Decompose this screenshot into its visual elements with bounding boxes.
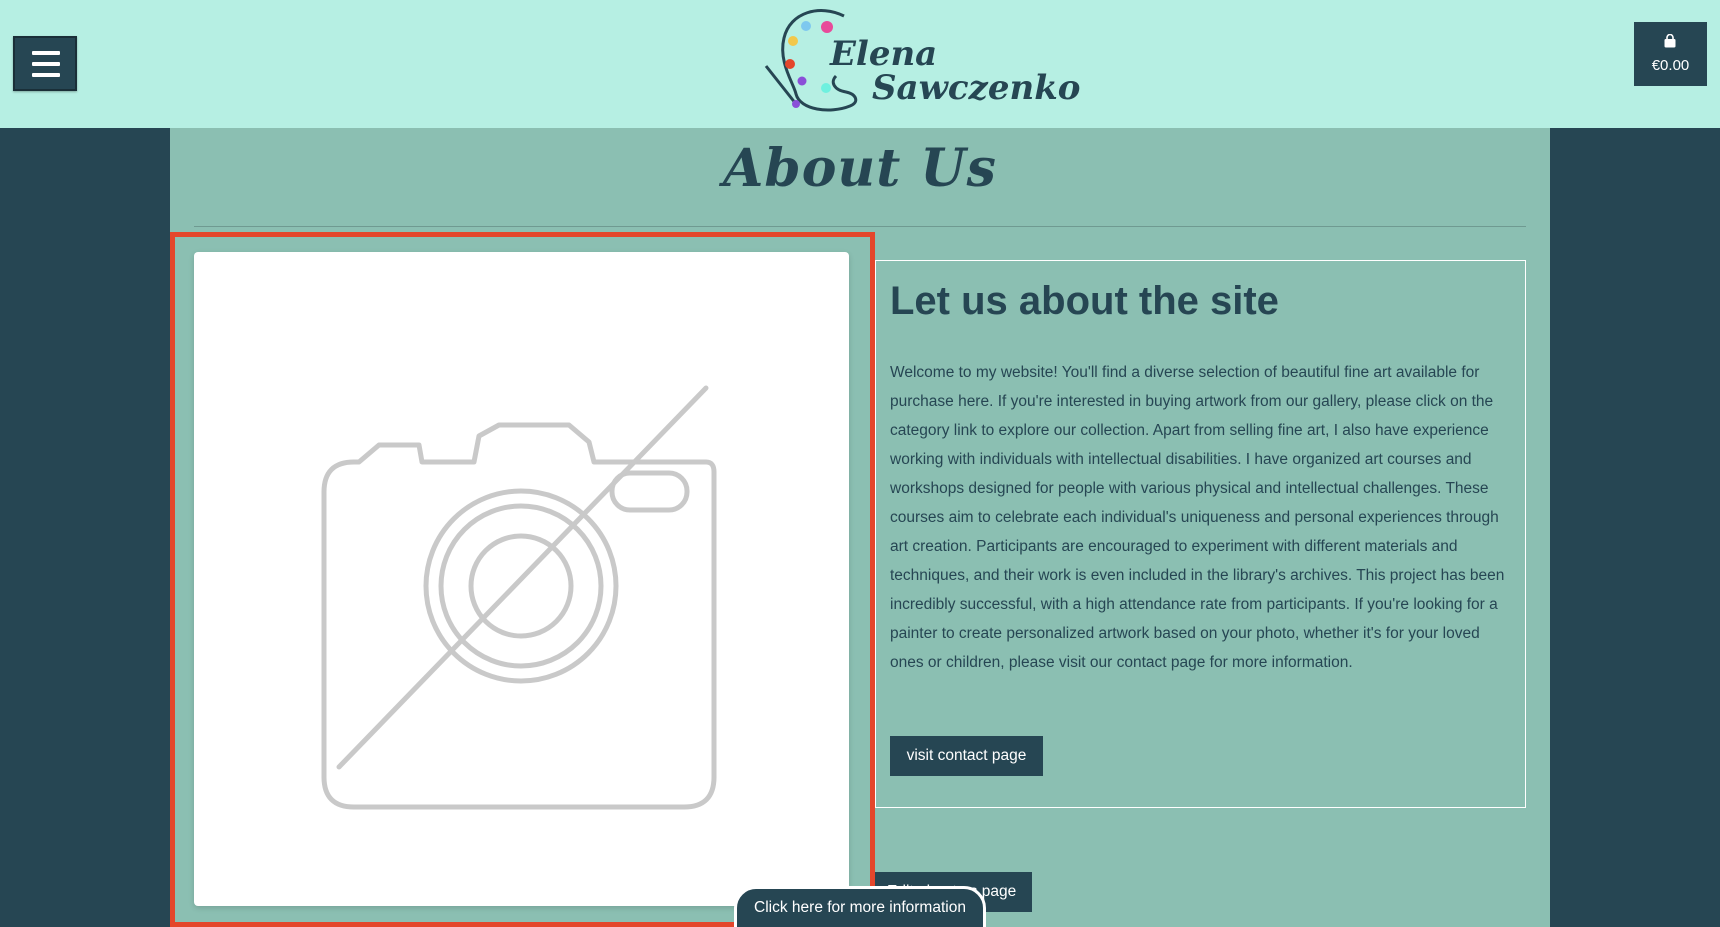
shopping-bag-icon xyxy=(1664,34,1676,48)
info-heading: Let us about the site xyxy=(890,279,1279,323)
site-header: Elena Sawczenko €0.00 xyxy=(0,0,1720,128)
cart-total: €0.00 xyxy=(1651,57,1690,74)
logo-text-last: Sawczenko xyxy=(872,68,1081,108)
menu-button[interactable] xyxy=(13,36,77,91)
site-logo[interactable]: Elena Sawczenko xyxy=(760,6,1080,118)
main-content: About Us Let us about the site Welcome t… xyxy=(170,128,1550,927)
visit-contact-page-button[interactable]: visit contact page xyxy=(890,736,1043,776)
selection-highlight xyxy=(170,232,875,927)
title-divider xyxy=(194,226,1526,227)
about-info-panel: Let us about the site Welcome to my webs… xyxy=(875,260,1526,808)
info-body-text: Welcome to my website! You'll find a div… xyxy=(890,364,1505,671)
page-title: About Us xyxy=(723,138,997,199)
cart-button[interactable]: €0.00 xyxy=(1634,22,1707,86)
more-info-tab[interactable]: Click here for more information xyxy=(734,886,986,927)
